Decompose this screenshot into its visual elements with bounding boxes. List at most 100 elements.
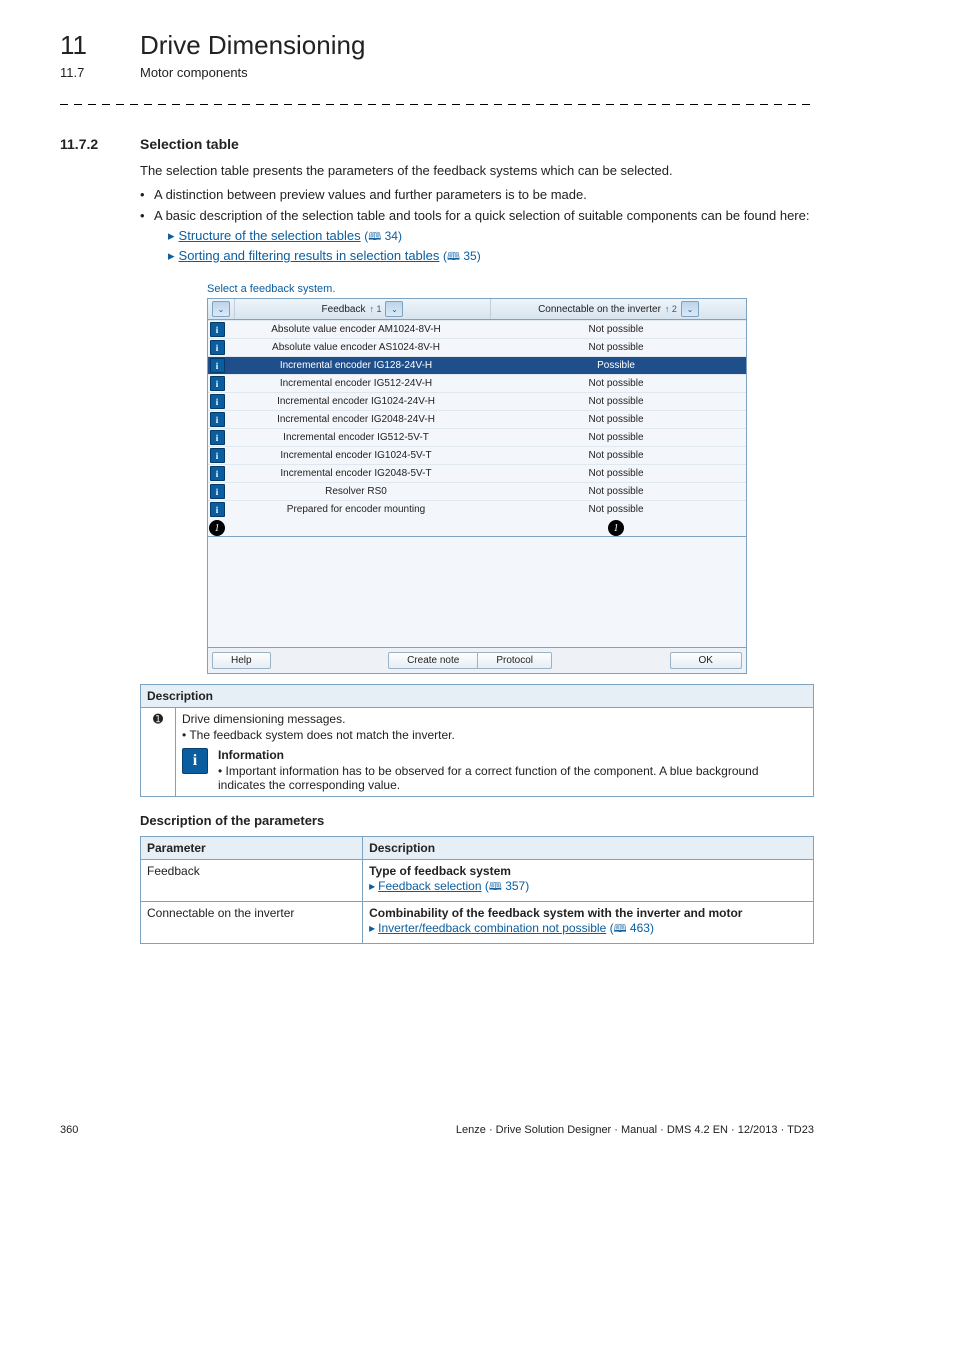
cell-connectable: Not possible [486, 377, 746, 390]
link-sorting-a[interactable]: Sorting and filtering results in selecti… [179, 248, 440, 263]
cell-feedback: Incremental encoder IG128-24V-H [226, 359, 486, 372]
info-icon: i [210, 340, 225, 355]
arrow-icon: ▸ [369, 921, 375, 935]
sort-dropdown-icon[interactable]: ⌄ [681, 301, 699, 317]
link-sorting: ▸ Sorting and filtering results in select… [168, 247, 814, 265]
desc-row1-title: Drive dimensioning messages. [182, 712, 345, 726]
param-r1-c1: Feedback [141, 860, 363, 902]
param-r2-c1: Connectable on the inverter [141, 902, 363, 944]
subchapter-number: 11.7 [60, 65, 140, 80]
table-row[interactable]: iPrepared for encoder mountingNot possib… [208, 500, 746, 518]
info-icon: i [210, 412, 225, 427]
sort-indicator-2: ↑ 2 [665, 304, 677, 314]
table-row[interactable]: iIncremental encoder IG512-5V-TNot possi… [208, 428, 746, 446]
info-icon: i [210, 466, 225, 481]
link-structure-a[interactable]: Structure of the selection tables [179, 228, 361, 243]
intro-text: The selection table presents the paramet… [140, 162, 814, 180]
description-header: Description [141, 685, 814, 708]
table-row[interactable]: iAbsolute value encoder AS1024-8V-HNot p… [208, 338, 746, 356]
info-icon: i [210, 448, 225, 463]
bullet-1: A distinction between preview values and… [140, 186, 814, 204]
cell-connectable: Not possible [486, 431, 746, 444]
param-r2-link[interactable]: Inverter/feedback combination not possib… [378, 921, 606, 935]
table-row[interactable]: iIncremental encoder IG128-24V-HPossible [208, 356, 746, 374]
ok-button[interactable]: OK [670, 652, 742, 669]
header-feedback[interactable]: Feedback [322, 304, 366, 315]
info-icon: i [182, 748, 208, 774]
cell-connectable: Not possible [486, 449, 746, 462]
info-title: Information [218, 748, 807, 762]
book-icon: 🕮 [368, 231, 381, 243]
desc-row1-b1: The feedback system does not match the i… [182, 728, 807, 742]
book-icon: 🕮 [614, 923, 627, 935]
table-row[interactable]: iIncremental encoder IG1024-5V-TNot poss… [208, 446, 746, 464]
cell-connectable: Not possible [486, 323, 746, 336]
sort-indicator-1: ↑ 1 [369, 304, 381, 314]
info-bullet-1: Important information has to be observed… [218, 764, 807, 792]
arrow-icon: ▸ [168, 228, 175, 243]
header-connectable[interactable]: Connectable on the inverter [538, 304, 661, 315]
info-icon: i [210, 376, 225, 391]
cell-feedback: Prepared for encoder mounting [226, 503, 486, 516]
arrow-icon: ▸ [369, 879, 375, 893]
bullet-2: A basic description of the selection tab… [140, 207, 814, 265]
book-icon: 🕮 [447, 251, 460, 263]
cell-feedback: Resolver RS0 [226, 485, 486, 498]
sort-dropdown-icon[interactable]: ⌄ [385, 301, 403, 317]
bullet-2-text: A basic description of the selection tab… [154, 208, 809, 223]
cell-feedback: Incremental encoder IG2048-5V-T [226, 467, 486, 480]
table-row[interactable]: iIncremental encoder IG2048-5V-TNot poss… [208, 464, 746, 482]
table-row[interactable]: iIncremental encoder IG1024-24V-HNot pos… [208, 392, 746, 410]
table-row[interactable]: iIncremental encoder IG2048-24V-HNot pos… [208, 410, 746, 428]
footer-meta: Lenze · Drive Solution Designer · Manual… [456, 1124, 814, 1136]
screenshot-title: Select a feedback system. [207, 283, 747, 295]
cell-connectable: Not possible [486, 341, 746, 354]
link-sorting-ref: (🕮 35) [443, 249, 481, 263]
cell-connectable: Not possible [486, 413, 746, 426]
table-row[interactable]: iIncremental encoder IG512-24V-HNot poss… [208, 374, 746, 392]
info-icon: i [210, 358, 225, 373]
cell-feedback: Incremental encoder IG1024-24V-H [226, 395, 486, 408]
protocol-button[interactable]: Protocol [478, 652, 552, 669]
create-note-button[interactable]: Create note [388, 652, 478, 669]
page-number: 360 [60, 1124, 78, 1136]
param-header-2: Description [363, 837, 814, 860]
section-title: Selection table [140, 136, 239, 152]
param-r1-c2: Type of feedback system ▸Feedback select… [363, 860, 814, 902]
subchapter-title: Motor components [140, 65, 248, 80]
link-structure: ▸ Structure of the selection tables (🕮 34… [168, 227, 814, 245]
cell-feedback: Absolute value encoder AS1024-8V-H [226, 341, 486, 354]
table-row[interactable]: iResolver RS0Not possible [208, 482, 746, 500]
cell-connectable: Not possible [486, 485, 746, 498]
cell-connectable: Not possible [486, 395, 746, 408]
cell-connectable: Possible [486, 359, 746, 372]
link-structure-ref: (🕮 34) [364, 229, 402, 243]
param-header-1: Parameter [141, 837, 363, 860]
description-cell-1: Drive dimensioning messages. The feedbac… [176, 708, 814, 797]
table-row[interactable]: iAbsolute value encoder AM1024-8V-HNot p… [208, 320, 746, 338]
param-r2-c2: Combinability of the feedback system wit… [363, 902, 814, 944]
description-table: Description ➊ Drive dimensioning message… [140, 684, 814, 797]
separator [60, 98, 814, 112]
cell-connectable: Not possible [486, 467, 746, 480]
info-icon: i [210, 430, 225, 445]
arrow-icon: ▸ [168, 248, 175, 263]
parameters-subhead: Description of the parameters [140, 813, 814, 828]
parameters-table: Parameter Description Feedback Type of f… [140, 836, 814, 944]
param-r1-title: Type of feedback system [369, 864, 807, 878]
cell-feedback: Incremental encoder IG1024-5V-T [226, 449, 486, 462]
screenshot-panel: Select a feedback system. ⌄ Feedback ↑ 1… [207, 283, 747, 674]
callout-badge-1b: 1 [608, 520, 624, 536]
section-number: 11.7.2 [60, 136, 140, 152]
info-icon: i [210, 322, 225, 337]
param-r2-title: Combinability of the feedback system wit… [369, 906, 807, 920]
cell-feedback: Absolute value encoder AM1024-8V-H [226, 323, 486, 336]
cell-feedback: Incremental encoder IG512-24V-H [226, 377, 486, 390]
help-button[interactable]: Help [212, 652, 271, 669]
description-ref-1: ➊ [141, 708, 176, 797]
cell-connectable: Not possible [486, 503, 746, 516]
filter-dropdown-icon[interactable]: ⌄ [212, 301, 230, 317]
cell-feedback: Incremental encoder IG2048-24V-H [226, 413, 486, 426]
chapter-number: 11 [60, 30, 140, 61]
param-r1-link[interactable]: Feedback selection [378, 879, 481, 893]
